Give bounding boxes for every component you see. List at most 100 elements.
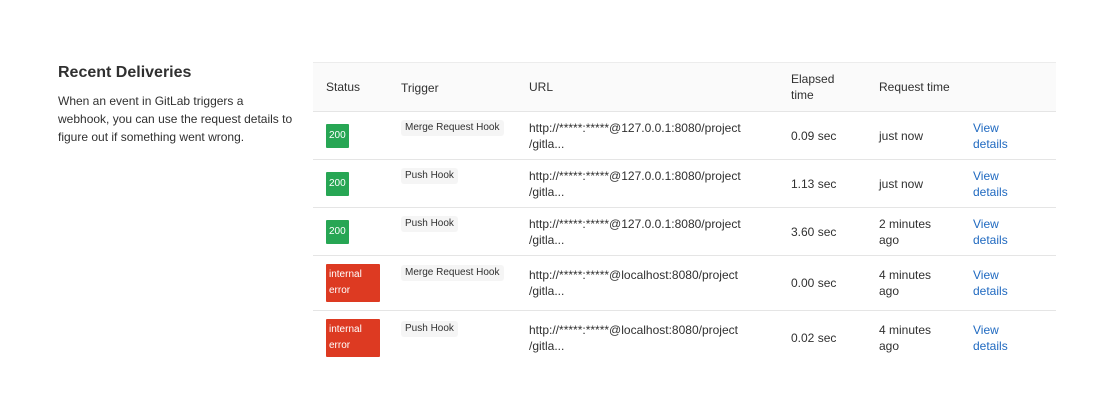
table-row: internal error Merge Request Hook http:/… xyxy=(313,256,1056,311)
elapsed-time-cell: 1.13 sec xyxy=(791,176,837,191)
url-line1: http://*****:*****@localhost:8080/projec… xyxy=(529,323,738,338)
status-cell: internal error xyxy=(313,311,401,366)
trigger-badge: Push Hook xyxy=(401,167,458,184)
view-details-line2: details xyxy=(973,284,1008,298)
status-cell: 200 xyxy=(313,112,401,160)
url-cell: http://*****:*****@127.0.0.1:8080/projec… xyxy=(529,112,791,160)
url-cell: http://*****:*****@127.0.0.1:8080/projec… xyxy=(529,160,791,208)
actions-cell: View details xyxy=(973,256,1056,311)
url-line2: /gitla... xyxy=(529,232,565,247)
request-time-line2: ago xyxy=(879,232,900,247)
url-cell: http://*****:*****@localhost:8080/projec… xyxy=(529,311,791,366)
trigger-cell: Push Hook xyxy=(401,311,529,366)
column-header-trigger-label: Trigger xyxy=(401,81,439,95)
view-details-link[interactable]: View details xyxy=(973,169,1008,199)
column-header-elapsed-line1: Elapsed xyxy=(791,72,835,86)
status-badge: internal error xyxy=(326,264,380,302)
view-details-line2: details xyxy=(973,184,1008,199)
request-time-line1: 2 minutes xyxy=(879,216,932,231)
request-time-cell: just now xyxy=(879,112,973,160)
status-cell: 200 xyxy=(313,208,401,256)
column-header-actions xyxy=(973,63,1056,112)
view-details-line1: View xyxy=(973,268,999,282)
trigger-cell: Push Hook xyxy=(401,208,529,256)
trigger-badge: Push Hook xyxy=(401,215,458,232)
table-row: 200 Push Hook http://*****:*****@127.0.0… xyxy=(313,160,1056,208)
webhook-settings-page: Recent Deliveries When an event in GitLa… xyxy=(0,0,1115,409)
status-badge-line2: error xyxy=(329,340,351,352)
view-details-line1: View xyxy=(973,216,999,231)
elapsed-time-cell: 0.09 sec xyxy=(791,128,837,143)
url-line2: /gitla... xyxy=(529,136,565,151)
column-header-elapsed: Elapsed time xyxy=(791,63,879,112)
trigger-badge: Push Hook xyxy=(401,321,458,338)
request-time-cell: 2 minutes ago xyxy=(879,208,973,256)
request-time-cell: 4 minutes ago xyxy=(879,311,973,366)
status-badge: 200 xyxy=(326,171,349,196)
request-time-line1: 4 minutes xyxy=(879,323,932,338)
status-badge: 200 xyxy=(326,123,349,148)
recent-deliveries-intro: Recent Deliveries When an event in GitLa… xyxy=(58,63,298,146)
table-header: Status Trigger URL Elapsed time Request … xyxy=(313,62,1056,112)
view-details-line1: View xyxy=(973,323,999,338)
url-line1: http://*****:*****@127.0.0.1:8080/projec… xyxy=(529,168,741,183)
table-row: 200 Merge Request Hook http://*****:****… xyxy=(313,112,1056,160)
view-details-line2: details xyxy=(973,232,1008,247)
table-row: 200 Push Hook http://*****:*****@127.0.0… xyxy=(313,208,1056,256)
url-line2: /gitla... xyxy=(529,184,565,199)
url-cell: http://*****:*****@localhost:8080/projec… xyxy=(529,256,791,311)
view-details-line1: View xyxy=(973,168,999,183)
status-badge-line1: internal xyxy=(329,269,362,280)
table-body: 200 Merge Request Hook http://*****:****… xyxy=(313,112,1056,366)
view-details-link[interactable]: View details xyxy=(973,268,1008,298)
view-details-link[interactable]: View details xyxy=(973,121,1008,151)
view-details-line1: View xyxy=(973,120,999,135)
section-description: When an event in GitLab triggers a webho… xyxy=(58,94,293,144)
status-badge-line1: internal xyxy=(329,324,362,336)
trigger-cell: Merge Request Hook xyxy=(401,256,529,311)
request-time-line1: just now xyxy=(879,128,924,143)
column-header-request-time: Request time xyxy=(879,80,950,94)
url-line2: /gitla... xyxy=(529,284,565,298)
actions-cell: View details xyxy=(973,208,1056,256)
status-badge: 200 xyxy=(326,219,349,244)
request-time-line1: just now xyxy=(879,176,924,191)
column-header-url: URL xyxy=(529,80,554,94)
column-header-elapsed-line2: time xyxy=(791,88,814,102)
view-details-link[interactable]: View details xyxy=(973,217,1008,247)
recent-deliveries-table: Status Trigger URL Elapsed time Request … xyxy=(313,62,1056,366)
trigger-badge: Merge Request Hook xyxy=(401,265,504,281)
actions-cell: View details xyxy=(973,311,1056,366)
url-line2: /gitla... xyxy=(529,339,565,354)
status-badge: internal error xyxy=(326,319,380,358)
request-time-cell: 4 minutes ago xyxy=(879,256,973,311)
trigger-badge: Merge Request Hook xyxy=(401,119,504,136)
column-header-trigger: Trigger xyxy=(401,63,529,112)
actions-cell: View details xyxy=(973,160,1056,208)
trigger-cell: Merge Request Hook xyxy=(401,112,529,160)
request-time-cell: just now xyxy=(879,160,973,208)
recent-deliveries-table-container: Status Trigger URL Elapsed time Request … xyxy=(313,62,1056,366)
view-details-link[interactable]: View details xyxy=(973,323,1008,353)
elapsed-time-cell: 0.02 sec xyxy=(791,331,837,346)
request-time-line2: ago xyxy=(879,339,900,354)
view-details-line2: details xyxy=(973,136,1008,151)
url-line1: http://*****:*****@127.0.0.1:8080/projec… xyxy=(529,120,741,135)
status-cell: 200 xyxy=(313,160,401,208)
section-title: Recent Deliveries xyxy=(58,64,192,81)
column-header-status: Status xyxy=(326,80,361,94)
url-line1: http://*****:*****@localhost:8080/projec… xyxy=(529,268,738,282)
elapsed-time-cell: 0.00 sec xyxy=(791,276,837,290)
url-line1: http://*****:*****@127.0.0.1:8080/projec… xyxy=(529,216,741,231)
trigger-cell: Push Hook xyxy=(401,160,529,208)
request-time-line2: ago xyxy=(879,284,900,298)
view-details-line2: details xyxy=(973,339,1008,354)
elapsed-time-cell: 3.60 sec xyxy=(791,224,837,239)
actions-cell: View details xyxy=(973,112,1056,160)
status-badge-line2: error xyxy=(329,285,351,296)
table-row: internal error Push Hook http://*****:**… xyxy=(313,311,1056,366)
request-time-line1: 4 minutes xyxy=(879,268,932,282)
url-cell: http://*****:*****@127.0.0.1:8080/projec… xyxy=(529,208,791,256)
status-cell: internal error xyxy=(313,256,401,311)
table-header-row: Status Trigger URL Elapsed time Request … xyxy=(313,62,1056,112)
